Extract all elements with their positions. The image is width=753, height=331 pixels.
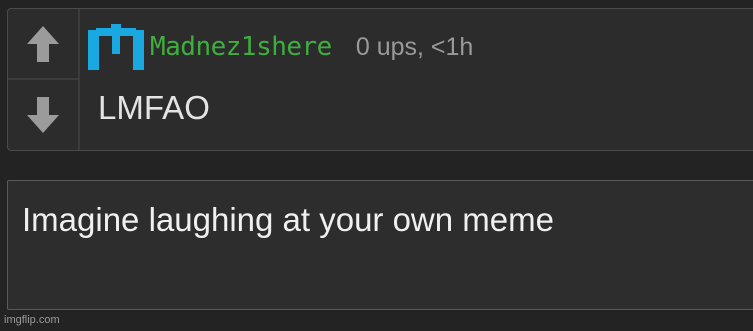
stickman-avatar-icon[interactable] bbox=[88, 24, 144, 70]
comment-username[interactable]: Madnez1shere bbox=[150, 32, 332, 62]
comment-card: Madnez1shere 0 ups, <1h LMFAO bbox=[7, 8, 753, 151]
arrow-up-icon bbox=[27, 25, 59, 62]
upvote-button[interactable] bbox=[8, 9, 78, 80]
comment-text: LMFAO bbox=[98, 89, 210, 126]
downvote-button[interactable] bbox=[8, 80, 78, 149]
comment-thread: Madnez1shere 0 ups, <1h LMFAO Imagine la… bbox=[0, 0, 753, 331]
comment-meta: Madnez1shere 0 ups, <1h bbox=[88, 23, 473, 71]
imgflip-watermark: imgflip.com bbox=[4, 314, 60, 326]
vote-column bbox=[8, 9, 80, 150]
arrow-down-icon bbox=[27, 96, 59, 133]
comment-body: Madnez1shere 0 ups, <1h LMFAO bbox=[86, 9, 753, 150]
reply-input[interactable]: Imagine laughing at your own meme bbox=[7, 180, 753, 310]
comment-stats: 0 ups, <1h bbox=[355, 32, 474, 61]
